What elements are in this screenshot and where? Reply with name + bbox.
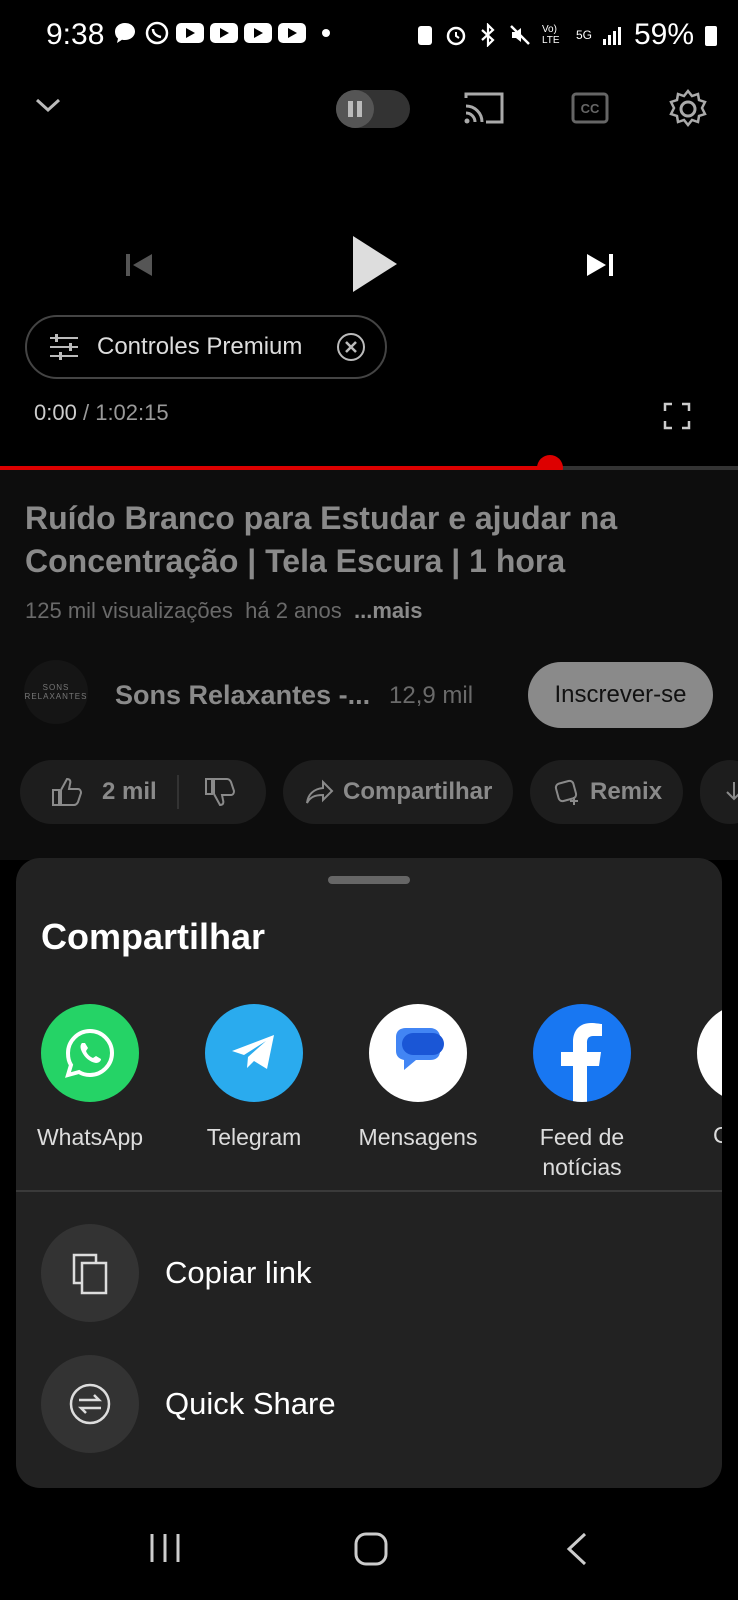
chevron-down-icon[interactable] (33, 90, 63, 120)
home-icon[interactable] (352, 1530, 390, 1568)
captions-icon[interactable]: CC (570, 90, 610, 126)
more-link[interactable]: ...mais (354, 598, 422, 623)
next-icon[interactable] (583, 248, 617, 282)
premium-controls-label: Controles Premium (97, 333, 303, 360)
time-display: 0:00 / 1:02:15 (34, 400, 169, 426)
share-chip[interactable]: Compartilhar (283, 760, 513, 824)
thumbs-up-icon[interactable] (50, 776, 84, 808)
telegram-icon[interactable] (205, 1004, 303, 1102)
partial-app-icon[interactable] (697, 1004, 722, 1102)
feed-label-line1: Feed de (539, 1124, 625, 1150)
quick-share-icon[interactable] (41, 1355, 139, 1453)
copy-link-label[interactable]: Copiar link (165, 1255, 311, 1291)
chat-bubble-icon (115, 23, 135, 43)
youtube-notif-icon (176, 23, 204, 43)
alarm-icon (446, 26, 466, 46)
copy-link-icon[interactable] (41, 1224, 139, 1322)
battery-percent: 59% (633, 18, 694, 51)
remix-chip-label: Remix (590, 778, 663, 805)
pause-icon (336, 90, 374, 128)
view-count: 125 mil visualizações (25, 598, 233, 623)
share-chip-label: Compartilhar (343, 778, 493, 805)
channel-name[interactable]: Sons Relaxantes -... (115, 680, 370, 711)
more-notifications-dot (322, 29, 330, 37)
video-title: Ruído Branco para Estudar e ajudar na Co… (25, 500, 618, 579)
avatar-text-1: SONS (42, 683, 70, 692)
bluetooth-icon (481, 23, 495, 47)
share-sheet-title: Compartilhar (41, 916, 266, 957)
subscribe-button[interactable]: Inscrever-se (528, 662, 713, 728)
battery-saver-icon (417, 26, 432, 45)
like-dislike-chip: 2 mil (20, 760, 266, 824)
share-arrow-icon (306, 779, 334, 804)
app-label-feed: Feed de notícias (507, 1122, 657, 1182)
whatsapp-status-icon (145, 21, 169, 45)
premium-controls-chip[interactable]: Controles Premium (25, 315, 387, 379)
sheet-drag-handle[interactable] (328, 876, 410, 884)
tune-sliders-icon (50, 334, 78, 360)
cast-icon[interactable] (462, 90, 506, 126)
current-time: 0:00 (34, 400, 77, 425)
messages-icon[interactable] (369, 1004, 467, 1102)
avatar-text-2: RELAXANTES (24, 692, 88, 701)
youtube-notif-icon (244, 23, 272, 43)
remix-chip[interactable]: Remix (530, 760, 683, 824)
whatsapp-icon[interactable] (41, 1004, 139, 1102)
app-label-messages: Mensagens (358, 1124, 478, 1150)
app-label-partial: C (713, 1122, 722, 1148)
facebook-icon[interactable] (533, 1004, 631, 1102)
previous-icon[interactable] (122, 248, 156, 282)
fullscreen-icon[interactable] (663, 402, 691, 430)
status-right: Vo) LTE 5G 59% (416, 18, 718, 52)
youtube-notif-icon (210, 23, 238, 43)
volte-indicator: Vo) LTE (541, 24, 560, 46)
quick-share-label[interactable]: Quick Share (165, 1386, 336, 1422)
video-meta[interactable]: 125 mil visualizações há 2 anos ...mais (25, 598, 422, 624)
play-icon[interactable] (345, 232, 401, 296)
status-bar: 9:38 Vo) LTE 5G 59% (0, 0, 738, 70)
youtube-notif-icon (278, 23, 306, 43)
sheet-divider (16, 1190, 722, 1192)
remix-icon (554, 779, 578, 805)
notification-icons (112, 20, 330, 46)
recent-apps-icon[interactable] (146, 1530, 184, 1566)
total-duration: 1:02:15 (95, 400, 169, 425)
svg-text:CC: CC (581, 101, 600, 116)
autoplay-toggle[interactable] (336, 90, 410, 128)
app-label-whatsapp: WhatsApp (36, 1124, 144, 1150)
back-icon[interactable] (563, 1530, 593, 1568)
mute-icon (510, 25, 530, 45)
channel-avatar[interactable]: SONS RELAXANTES (24, 660, 88, 724)
upload-age: há 2 anos (245, 598, 342, 623)
time-separator: / (82, 400, 90, 425)
battery-icon (705, 26, 717, 46)
app-label-telegram: Telegram (206, 1124, 302, 1150)
status-time: 9:38 (46, 18, 105, 51)
chip-divider (176, 775, 179, 809)
network-type: 5G (575, 28, 592, 42)
close-circle-icon[interactable] (335, 331, 367, 363)
feed-label-line2: notícias (542, 1154, 622, 1180)
signal-icon (602, 27, 621, 45)
like-count[interactable]: 2 mil (102, 778, 157, 806)
partial-app-clip (697, 1004, 722, 1102)
thumbs-down-icon[interactable] (203, 776, 237, 808)
download-icon (726, 782, 738, 801)
subscriber-count: 12,9 mil (389, 682, 474, 709)
settings-gear-icon[interactable] (667, 88, 709, 130)
